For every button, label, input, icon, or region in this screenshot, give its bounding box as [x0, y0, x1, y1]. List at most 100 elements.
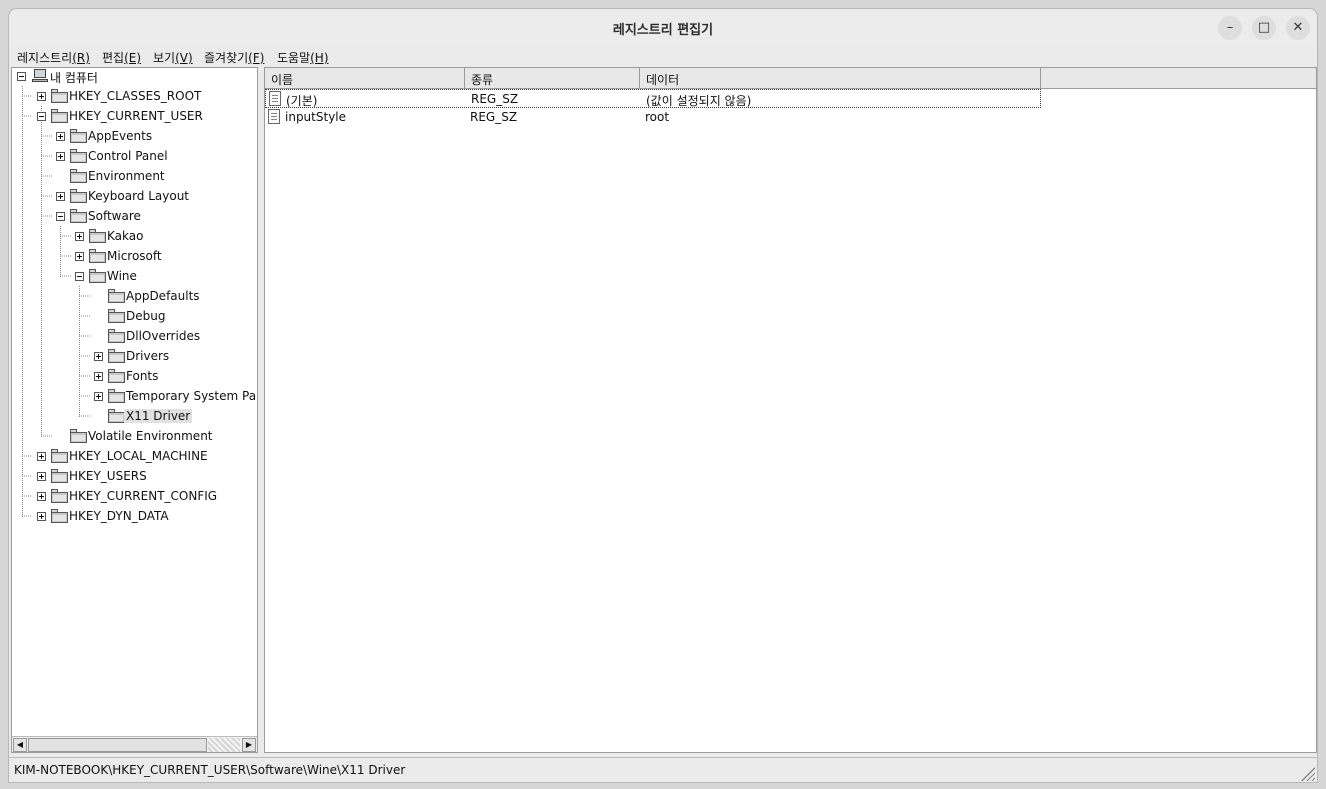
scroll-right-arrow-icon[interactable]: ▶ [242, 738, 256, 752]
expand-icon[interactable] [56, 152, 65, 161]
folder-icon [51, 89, 68, 103]
string-value-icon [269, 91, 281, 106]
folder-icon [89, 229, 106, 243]
minimize-icon: – [1226, 20, 1234, 35]
menu-help-mnemonic: (H) [310, 51, 329, 65]
tree-label: HKEY_CURRENT_CONFIG [69, 489, 218, 503]
list-row-inputstyle[interactable]: inputStyle REG_SZ root [265, 108, 1041, 127]
column-header-type[interactable]: 종류 [465, 68, 640, 89]
folder-icon [89, 249, 106, 263]
tree-label: HKEY_CLASSES_ROOT [69, 89, 202, 103]
folder-icon [108, 309, 125, 323]
tree-label: Keyboard Layout [88, 189, 190, 203]
tree-label: Wine [107, 269, 137, 283]
expand-icon[interactable] [94, 352, 103, 361]
folder-icon [51, 109, 68, 123]
value-data: (값이 설정되지 않음) [646, 94, 752, 108]
tree-label: 내 컴퓨터 [50, 71, 98, 85]
expand-icon[interactable] [56, 192, 65, 201]
menu-favorites[interactable]: 즐겨찾기(F) [204, 49, 264, 66]
minimize-button[interactable]: – [1218, 16, 1242, 40]
collapse-icon[interactable] [75, 272, 84, 281]
tree-label: Environment [88, 169, 165, 183]
tree-label: HKEY_USERS [69, 469, 147, 483]
menu-registry[interactable]: 레지스트리(R) [17, 49, 90, 66]
menu-favorites-mnemonic: (F) [248, 51, 265, 65]
close-button[interactable]: ✕ [1286, 16, 1310, 40]
folder-icon [70, 189, 87, 203]
folder-icon [51, 509, 68, 523]
column-header-data[interactable]: 데이터 [640, 68, 1041, 89]
tree-label: Temporary System Par [126, 389, 258, 403]
folder-icon [70, 209, 87, 223]
menu-help[interactable]: 도움말(H) [277, 49, 329, 66]
title-bar[interactable]: 레지스트리 편집기 – □ ✕ [9, 9, 1317, 46]
value-type: REG_SZ [470, 110, 518, 124]
value-name: inputStyle [285, 110, 347, 124]
collapse-icon[interactable] [56, 212, 65, 221]
tree-horizontal-scrollbar[interactable]: ◀ ▶ [12, 736, 257, 752]
menu-help-label: 도움말 [277, 51, 311, 65]
menu-favorites-label: 즐겨찾기 [204, 51, 249, 65]
column-header-name[interactable]: 이름 [265, 68, 465, 89]
tree-label: AppDefaults [126, 289, 200, 303]
tree-label: Microsoft [107, 249, 162, 263]
collapse-icon[interactable] [37, 112, 46, 121]
expand-icon[interactable] [37, 92, 46, 101]
tree-label: HKEY_CURRENT_USER [69, 109, 203, 123]
expand-icon[interactable] [37, 512, 46, 521]
menu-view[interactable]: 보기(V) [153, 49, 193, 66]
tree-label: Control Panel [88, 149, 168, 163]
expand-icon[interactable] [75, 232, 84, 241]
tree-label: Fonts [126, 369, 159, 383]
registry-tree[interactable]: 내 컴퓨터 HKEY_CLASSES_ROOT HKEY_CURRENT_USE… [11, 67, 258, 753]
expand-icon[interactable] [75, 252, 84, 261]
scrollbar-thumb[interactable] [28, 738, 207, 752]
expand-icon[interactable] [94, 392, 103, 401]
column-header-label: 데이터 [646, 73, 680, 87]
menu-registry-mnemonic: (R) [72, 51, 90, 65]
value-type: REG_SZ [471, 92, 519, 106]
menu-edit[interactable]: 편집(E) [102, 49, 141, 66]
tree-label: Debug [126, 309, 166, 323]
value-data: root [645, 110, 670, 124]
menu-edit-label: 편집 [102, 51, 125, 65]
expand-icon[interactable] [94, 372, 103, 381]
folder-icon [108, 409, 125, 423]
expand-icon[interactable] [37, 472, 46, 481]
expand-icon[interactable] [56, 132, 65, 141]
close-icon: ✕ [1292, 20, 1304, 35]
tree-label: AppEvents [88, 129, 153, 143]
menu-view-label: 보기 [153, 51, 176, 65]
folder-icon [108, 289, 125, 303]
scrollbar-track[interactable] [208, 738, 240, 752]
collapse-icon[interactable] [17, 72, 26, 81]
folder-icon [70, 129, 87, 143]
folder-icon [51, 489, 68, 503]
folder-icon [70, 429, 87, 443]
folder-icon [108, 349, 125, 363]
menu-view-mnemonic: (V) [175, 51, 193, 65]
tree-label: Drivers [126, 349, 170, 363]
menu-edit-mnemonic: (E) [124, 51, 142, 65]
folder-icon [89, 269, 106, 283]
menu-registry-label: 레지스트리 [17, 51, 73, 65]
column-header-filler [1041, 68, 1316, 89]
tree-label: HKEY_LOCAL_MACHINE [69, 449, 208, 463]
list-row-default[interactable]: (기본) REG_SZ (값이 설정되지 않음) [265, 89, 1041, 108]
scroll-left-arrow-icon[interactable]: ◀ [13, 738, 27, 752]
resize-grip-icon[interactable] [1301, 767, 1315, 781]
folder-icon [51, 469, 68, 483]
expand-icon[interactable] [37, 492, 46, 501]
column-header-label: 종류 [471, 73, 494, 87]
status-path: KIM-NOTEBOOK\HKEY_CURRENT_USER\Software\… [14, 763, 406, 777]
expand-icon[interactable] [37, 452, 46, 461]
tree-label: X11 Driver [124, 409, 193, 423]
maximize-button[interactable]: □ [1252, 16, 1276, 40]
computer-icon [32, 69, 48, 83]
maximize-icon: □ [1257, 20, 1271, 35]
registry-editor-window: 레지스트리 편집기 – □ ✕ 레지스트리(R) 편집(E) 보기(V) 즐겨찾… [8, 8, 1318, 783]
values-list[interactable]: 이름 종류 데이터 (기본) REG_SZ (값이 설정되지 않음) input… [264, 67, 1317, 753]
status-bar: KIM-NOTEBOOK\HKEY_CURRENT_USER\Software\… [9, 757, 1317, 782]
value-name: (기본) [286, 94, 318, 108]
